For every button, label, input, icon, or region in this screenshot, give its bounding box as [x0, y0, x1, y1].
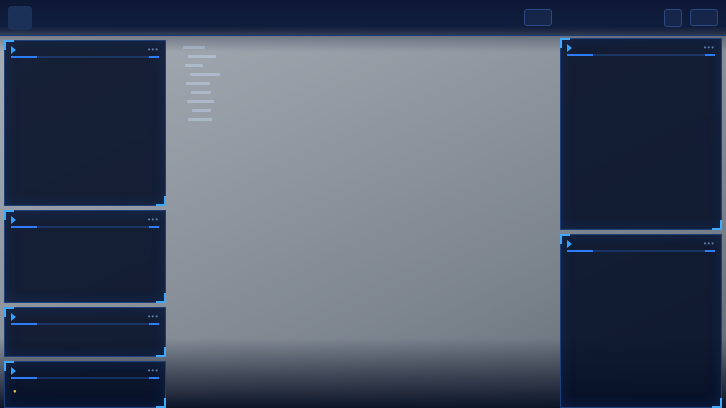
exit-button[interactable] [690, 9, 718, 26]
fullscreen-button[interactable] [664, 9, 682, 27]
more-dots-icon[interactable]: ••• [704, 239, 715, 248]
panel-device-statistics: ••• [4, 307, 166, 357]
app-logo-icon [8, 6, 32, 30]
thermometer-icon [581, 13, 591, 23]
temperature-indicator [581, 13, 594, 23]
wind-indicator [623, 13, 636, 23]
cpu-usage-chart [569, 67, 661, 99]
panel-arrow-icon [11, 313, 16, 321]
panel-arrow-icon [567, 240, 572, 248]
sun-icon [560, 13, 570, 23]
device-stat-row [5, 328, 165, 336]
panel-system-alarm: ••• [560, 38, 722, 230]
panel-alarm-statistics: ••• [4, 40, 166, 206]
broadcast-timestamp [5, 399, 165, 401]
panel-arrow-icon [11, 367, 16, 375]
more-dots-icon[interactable]: ••• [148, 45, 159, 54]
alarm-stat-grid [5, 61, 165, 69]
humidity-indicator [602, 13, 615, 23]
expand-icon [668, 13, 678, 23]
weather-indicator [560, 13, 573, 23]
panel-arrow-icon [11, 46, 16, 54]
panel-personnel-info: ••• [4, 210, 166, 303]
more-dots-icon[interactable]: ••• [148, 312, 159, 321]
exit-icon [697, 12, 708, 23]
wind-icon [623, 13, 633, 23]
view-3d-toggle[interactable] [524, 9, 552, 26]
top-header [0, 0, 726, 36]
orbit-icon [534, 12, 545, 23]
droplet-icon [602, 13, 612, 23]
more-dots-icon[interactable]: ••• [148, 366, 159, 375]
more-dots-icon[interactable]: ••• [148, 215, 159, 224]
panel-live-broadcast: ••• ● [4, 361, 166, 408]
broadcast-message: ● [5, 382, 165, 399]
panel-arrow-icon [567, 44, 572, 52]
panel-arrow-icon [11, 216, 16, 224]
personnel-stats [5, 231, 165, 237]
panel-device-alarm: ••• [560, 234, 722, 408]
device-alarm-tabs [561, 255, 721, 261]
more-dots-icon[interactable]: ••• [704, 43, 715, 52]
smart-city-dashboard: ••• ••• ••• ••• ● [0, 0, 726, 408]
